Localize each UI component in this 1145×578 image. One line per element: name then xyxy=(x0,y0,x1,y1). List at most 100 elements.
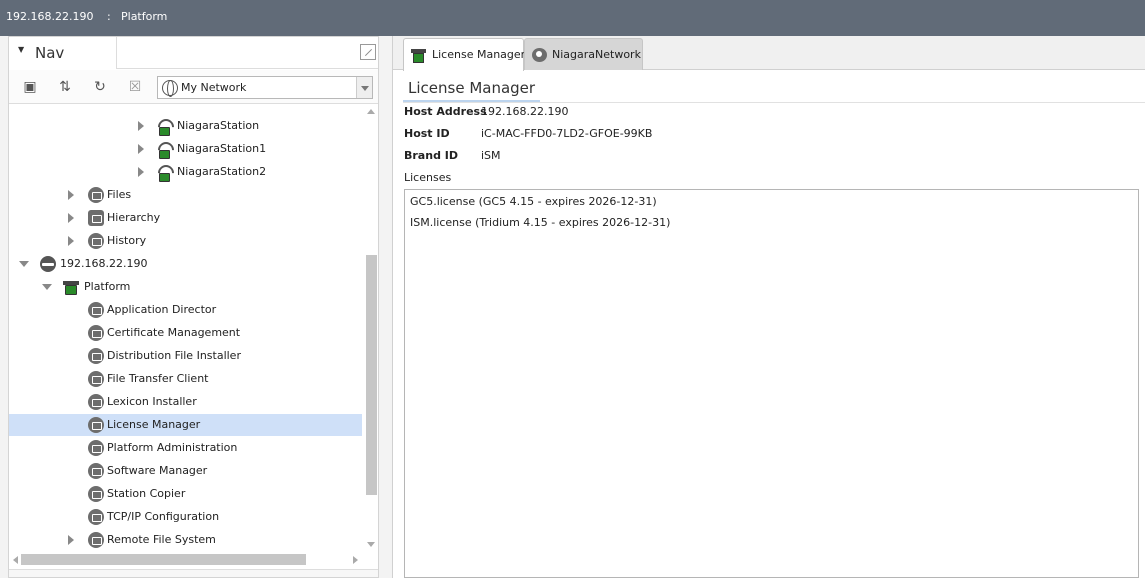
scrollbar-thumb[interactable] xyxy=(21,554,306,565)
tree-item-certificate-management[interactable]: Certificate Management xyxy=(9,322,362,344)
tab-license-manager[interactable]: License Manager xyxy=(403,38,526,71)
network-config-icon xyxy=(88,509,104,525)
brand-id-value: iSM xyxy=(481,149,501,162)
host-id-label: Host ID xyxy=(404,127,450,140)
nav-tree: NiagaraStation NiagaraStation1 NiagaraSt… xyxy=(9,105,362,553)
nav-panel: ▼ Nav ▣ ⇅ ↻ ☒ My Network NiagaraStation … xyxy=(8,36,379,578)
tree-item-label: NiagaraStation2 xyxy=(177,165,267,178)
tree-item-label: Distribution File Installer xyxy=(107,349,241,362)
tree-item-hierarchy[interactable]: Hierarchy xyxy=(9,207,362,229)
tree-item-history[interactable]: History xyxy=(9,230,362,252)
tree-item-files[interactable]: Files xyxy=(9,184,362,206)
expand-arrow-icon[interactable] xyxy=(68,213,74,223)
collapse-arrow-icon[interactable] xyxy=(42,284,52,290)
new-folder-icon[interactable]: ▣ xyxy=(20,78,40,96)
host-id-row: Host ID iC-MAC-FFD0-7LD2-GFOE-99KB xyxy=(404,127,704,142)
tree-item-label: Platform Administration xyxy=(107,441,238,454)
sort-icon[interactable]: ⇅ xyxy=(55,78,75,96)
tree-item-label: Platform xyxy=(84,280,131,293)
close-icon[interactable]: ☒ xyxy=(125,78,145,96)
tree-item-platform-administration[interactable]: Platform Administration xyxy=(9,437,362,459)
expand-arrow-icon[interactable] xyxy=(138,167,144,177)
tree-item-niagarastation1[interactable]: NiagaraStation1 xyxy=(9,138,362,160)
hierarchy-icon xyxy=(88,210,104,226)
installer-icon xyxy=(88,348,104,364)
collapse-arrow-icon[interactable] xyxy=(19,261,29,267)
scroll-up-icon[interactable] xyxy=(367,109,375,114)
expand-arrow-icon[interactable] xyxy=(68,236,74,246)
scrollbar-thumb[interactable] xyxy=(366,255,377,495)
globe-icon xyxy=(162,80,178,97)
nav-toolbar: ▣ ⇅ ↻ ☒ My Network xyxy=(9,70,378,104)
history-icon xyxy=(88,233,104,249)
lexicon-icon xyxy=(88,394,104,410)
nav-title: Nav xyxy=(35,44,65,62)
maximize-icon[interactable] xyxy=(360,44,376,60)
tree-item-label: TCP/IP Configuration xyxy=(107,510,220,523)
list-item[interactable]: ISM.license (Tridium 4.15 - expires 2026… xyxy=(410,216,670,229)
scroll-left-icon[interactable] xyxy=(13,556,18,564)
network-icon xyxy=(532,48,547,62)
file-system-icon xyxy=(88,532,104,548)
host-id-value: iC-MAC-FFD0-7LD2-GFOE-99KB xyxy=(481,127,653,140)
nav-tab[interactable]: ▼ Nav xyxy=(9,37,117,69)
tree-item-label: Lexicon Installer xyxy=(107,395,197,408)
tree-item-host[interactable]: 192.168.22.190 xyxy=(9,253,362,275)
copy-icon xyxy=(88,486,104,502)
tree-item-software-manager[interactable]: Software Manager xyxy=(9,460,362,482)
tree-item-label: File Transfer Client xyxy=(107,372,209,385)
host-address-label: Host Address xyxy=(404,105,487,118)
tab-label: License Manager xyxy=(432,48,526,61)
tab-label: NiagaraNetwork xyxy=(552,48,641,61)
platform-icon xyxy=(411,48,426,63)
host-address-row: Host Address 192.168.22.190 xyxy=(404,105,704,120)
nav-vertical-scrollbar[interactable] xyxy=(364,105,378,553)
tree-item-label: History xyxy=(107,234,147,247)
tree-item-label: NiagaraStation1 xyxy=(177,142,267,155)
tree-item-application-director[interactable]: Application Director xyxy=(9,299,362,321)
tab-niagaranetwork[interactable]: NiagaraNetwork xyxy=(524,38,643,70)
tree-item-file-transfer-client[interactable]: File Transfer Client xyxy=(9,368,362,390)
tree-item-lexicon-installer[interactable]: Lexicon Installer xyxy=(9,391,362,413)
tree-item-label: Software Manager xyxy=(107,464,208,477)
title-bar: 192.168.22.190 : Platform xyxy=(0,0,1145,36)
brand-id-label: Brand ID xyxy=(404,149,458,162)
tree-item-platform[interactable]: Platform xyxy=(9,276,362,298)
licenses-list[interactable]: GC5.license (GC5 4.15 - expires 2026-12-… xyxy=(404,189,1139,578)
list-item[interactable]: GC5.license (GC5 4.15 - expires 2026-12-… xyxy=(410,195,657,208)
title-breadcrumb[interactable]: Platform xyxy=(121,10,167,23)
tree-item-distribution-file-installer[interactable]: Distribution File Installer xyxy=(9,345,362,367)
wrench-icon xyxy=(88,440,104,456)
network-select[interactable]: My Network xyxy=(157,76,373,99)
tree-item-label: NiagaraStation xyxy=(177,119,260,132)
refresh-icon[interactable]: ↻ xyxy=(90,78,110,96)
brand-id-row: Brand ID iSM xyxy=(404,149,704,164)
station-icon xyxy=(157,141,173,159)
nav-bottom-pane xyxy=(9,569,378,577)
scroll-right-icon[interactable] xyxy=(353,556,358,564)
tree-item-label: Certificate Management xyxy=(107,326,241,339)
expand-arrow-icon[interactable] xyxy=(138,121,144,131)
expand-arrow-icon[interactable] xyxy=(68,535,74,545)
station-icon xyxy=(157,118,173,136)
license-icon xyxy=(88,417,104,433)
nav-horizontal-scrollbar[interactable] xyxy=(9,553,362,567)
tree-item-label: Hierarchy xyxy=(107,211,161,224)
tree-item-niagarastation2[interactable]: NiagaraStation2 xyxy=(9,161,362,183)
title-host: 192.168.22.190 xyxy=(6,10,94,23)
expand-arrow-icon[interactable] xyxy=(138,144,144,154)
file-transfer-icon xyxy=(88,371,104,387)
tree-item-label: 192.168.22.190 xyxy=(60,257,148,270)
tree-item-label: License Manager xyxy=(107,418,201,431)
tree-item-niagarastation[interactable]: NiagaraStation xyxy=(9,115,362,137)
expand-arrow-icon[interactable] xyxy=(68,190,74,200)
scroll-down-icon[interactable] xyxy=(367,542,375,547)
nav-menu-caret-icon[interactable]: ▼ xyxy=(18,45,24,54)
tree-item-tcpip-configuration[interactable]: TCP/IP Configuration xyxy=(9,506,362,528)
tree-item-label: Files xyxy=(107,188,132,201)
tree-item-license-manager[interactable]: License Manager xyxy=(9,414,362,436)
chevron-down-icon[interactable] xyxy=(356,77,372,98)
tree-item-station-copier[interactable]: Station Copier xyxy=(9,483,362,505)
tree-item-remote-file-system[interactable]: Remote File System xyxy=(9,529,362,551)
network-select-value: My Network xyxy=(181,81,247,94)
